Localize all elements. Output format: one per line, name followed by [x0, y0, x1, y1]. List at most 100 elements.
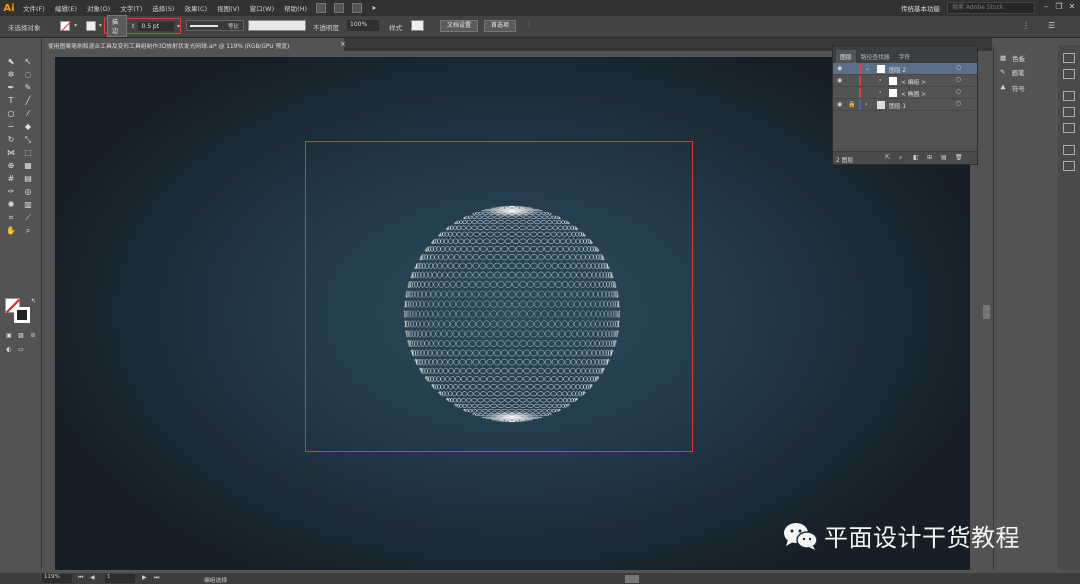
stroke-swatch-large[interactable]: [14, 307, 30, 323]
color-guide-icon[interactable]: [1063, 69, 1075, 79]
shape-builder-icon[interactable]: ⊕: [5, 160, 17, 171]
symbol-sprayer-icon[interactable]: ✺: [5, 199, 17, 210]
arrange-documents-icon[interactable]: [352, 3, 363, 13]
artboard-tool-icon[interactable]: ⌗: [5, 212, 17, 223]
tab-layers[interactable]: 图层: [836, 50, 856, 63]
first-artboard-icon[interactable]: ⏮: [78, 574, 83, 582]
fill-color-swatch[interactable]: [60, 21, 70, 31]
color-panel-icon[interactable]: [1063, 53, 1075, 63]
tab-character[interactable]: 字符: [895, 50, 915, 63]
layer-row[interactable]: ◉ 🔒 › 图层 1 ○: [833, 99, 977, 111]
none-mode-icon[interactable]: ⊘: [27, 330, 39, 341]
restore-icon[interactable]: ❐: [1055, 3, 1063, 11]
panel-menu-icon[interactable]: ☰: [1048, 21, 1055, 30]
line-tool-icon[interactable]: ╱: [22, 95, 34, 106]
menu-view[interactable]: 视图(V): [212, 3, 245, 13]
layer-row[interactable]: ◉ › < 编组 > ○: [833, 75, 977, 87]
mesh-tool-icon[interactable]: #: [5, 173, 17, 184]
clipping-mask-icon[interactable]: ◧: [913, 154, 919, 161]
visibility-eye-icon[interactable]: ◉: [837, 77, 842, 84]
pen-tool-icon[interactable]: ✒: [5, 82, 17, 93]
graphic-styles-icon[interactable]: [1063, 161, 1075, 171]
artboard-number-input[interactable]: 1: [105, 574, 135, 583]
color-mode-icon[interactable]: ▣: [3, 330, 15, 341]
variable-width-profile[interactable]: 等比: [186, 20, 244, 31]
dock-item-brushes[interactable]: ✎ 画笔: [1000, 66, 1024, 78]
screen-mode-icon[interactable]: ▭: [15, 344, 27, 355]
target-circle-icon[interactable]: ○: [956, 100, 961, 107]
zoom-level-input[interactable]: 119%: [42, 574, 72, 583]
gradient-panel-icon[interactable]: [1063, 107, 1075, 117]
opacity-input[interactable]: 100%: [347, 20, 379, 31]
workspace-switcher[interactable]: 传统基本功能: [901, 3, 940, 13]
stroke-color-swatch[interactable]: [86, 21, 96, 31]
last-artboard-icon[interactable]: ⏭: [154, 574, 159, 582]
new-layer-icon[interactable]: ▤: [941, 154, 947, 161]
preferences-button[interactable]: 首选项: [484, 20, 516, 32]
previous-artboard-icon[interactable]: ◀: [90, 574, 95, 581]
curvature-tool-icon[interactable]: ✎: [22, 82, 34, 93]
scale-tool-icon[interactable]: ⤡: [22, 134, 34, 145]
rotate-tool-icon[interactable]: ↻: [5, 134, 17, 145]
lock-icon[interactable]: 🔒: [848, 101, 855, 108]
document-setup-button[interactable]: 文档设置: [440, 20, 478, 32]
gpu-icon[interactable]: ➤: [366, 4, 381, 12]
target-circle-icon[interactable]: ○: [956, 88, 961, 95]
visibility-eye-icon[interactable]: ◉: [837, 101, 842, 108]
chevron-down-icon[interactable]: ▾: [99, 22, 102, 29]
appearance-panel-icon[interactable]: [1063, 145, 1075, 155]
hand-tool-icon[interactable]: ✋: [5, 225, 17, 236]
free-transform-icon[interactable]: ⬚: [22, 147, 34, 158]
glowing-mesh-sphere[interactable]: [402, 203, 622, 425]
stepper-icon[interactable]: ⇕: [130, 23, 135, 30]
blend-tool-icon[interactable]: ◎: [22, 186, 34, 197]
align-icon[interactable]: ⫶: [528, 21, 530, 30]
gradient-tool-icon[interactable]: ▤: [22, 173, 34, 184]
chevron-right-icon[interactable]: ›: [865, 101, 867, 108]
gradient-mode-icon[interactable]: ▨: [15, 330, 27, 341]
graph-tool-icon[interactable]: ▥: [22, 199, 34, 210]
trash-icon[interactable]: 🗑: [955, 154, 963, 161]
chevron-down-icon[interactable]: ⌄: [865, 65, 870, 72]
selection-tool-icon[interactable]: ⬉: [5, 56, 17, 67]
style-swatch[interactable]: [411, 20, 424, 31]
dock-item-symbols[interactable]: ♣ 符号: [1000, 82, 1025, 94]
stock-search-input[interactable]: 搜索 Adobe Stock: [947, 2, 1035, 14]
shaper-tool-icon[interactable]: ∽: [5, 121, 17, 132]
menu-window[interactable]: 窗口(W): [245, 3, 280, 13]
brush-definition[interactable]: [248, 20, 306, 31]
chevron-right-icon[interactable]: ›: [879, 77, 881, 84]
close-tab-icon[interactable]: ×: [340, 40, 346, 48]
locate-object-icon[interactable]: ⌕: [899, 154, 902, 162]
chevron-down-icon[interactable]: ▾: [74, 22, 77, 29]
menu-help[interactable]: 帮助(H): [279, 3, 312, 13]
menu-object[interactable]: 对象(O): [82, 3, 115, 13]
chevron-down-icon[interactable]: ▾: [177, 23, 180, 30]
export-icon[interactable]: ⇱: [885, 154, 890, 161]
stroke-panel-icon[interactable]: [1063, 91, 1075, 101]
dock-item-swatches[interactable]: ▦ 色板: [1000, 52, 1025, 64]
lasso-icon[interactable]: ◌: [22, 69, 34, 80]
layer-row[interactable]: ◉ ⌄ 图层 2 ○: [833, 63, 977, 75]
ellipse-tool-icon[interactable]: ○: [5, 108, 17, 119]
perspective-grid-icon[interactable]: ▦: [22, 160, 34, 171]
zoom-tool-icon[interactable]: ⌕: [22, 225, 34, 236]
stroke-label[interactable]: 描边: [107, 15, 128, 37]
vertical-scrollbar-thumb[interactable]: [983, 305, 990, 319]
menu-file[interactable]: 文件(F): [18, 3, 50, 13]
menu-effect[interactable]: 效果(C): [179, 3, 212, 13]
horizontal-scrollbar-thumb[interactable]: [625, 575, 639, 583]
next-artboard-icon[interactable]: ▶: [142, 574, 147, 581]
tab-pathfinder[interactable]: 路径查找器: [857, 50, 894, 63]
slice-tool-icon[interactable]: ⟋: [22, 212, 34, 223]
menu-select[interactable]: 选择(S): [147, 3, 179, 13]
menu-edit[interactable]: 编辑(E): [50, 3, 82, 13]
width-tool-icon[interactable]: ⋈: [5, 147, 17, 158]
new-sublayer-icon[interactable]: ⊞: [927, 154, 932, 161]
swap-colors-icon[interactable]: ↰: [27, 296, 39, 307]
close-icon[interactable]: ✕: [1068, 3, 1076, 11]
visibility-eye-icon[interactable]: ◉: [837, 65, 842, 72]
bridge-icon[interactable]: [316, 3, 327, 13]
document-tab[interactable]: 使用图案笔刷和混合工具及变形工具组制作3D放射状发光网球.ai* @ 119% …: [44, 38, 344, 51]
eraser-icon[interactable]: ◆: [22, 121, 34, 132]
